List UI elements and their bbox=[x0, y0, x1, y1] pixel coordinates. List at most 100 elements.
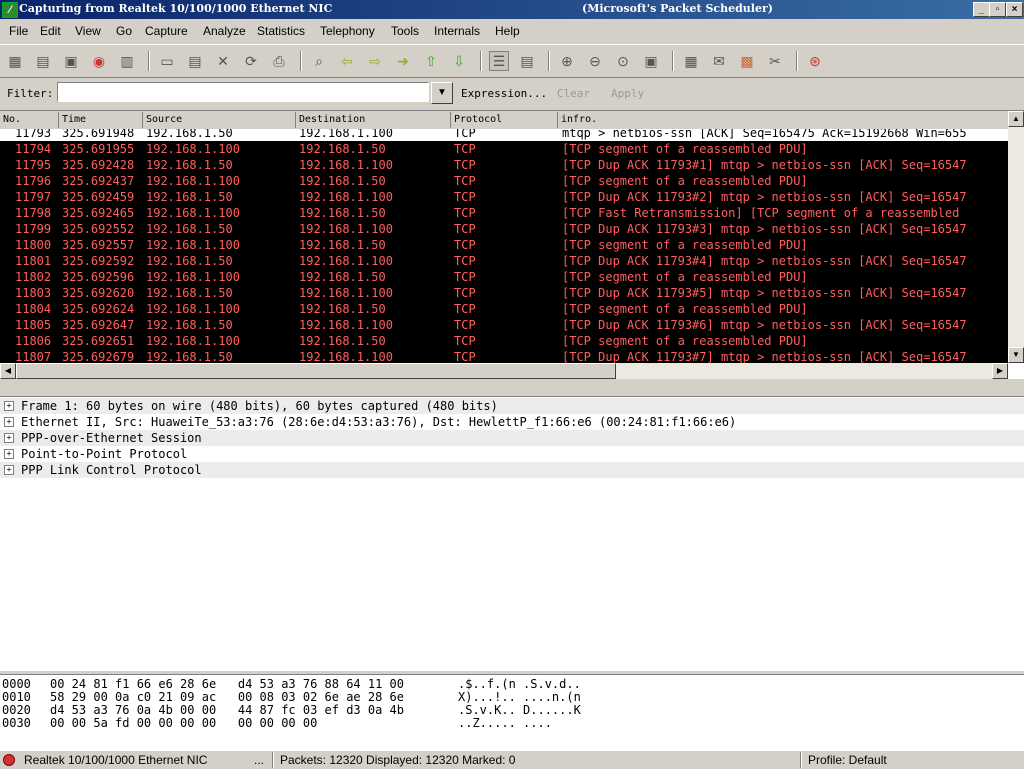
packet-row[interactable]: 11800 325.692557 192.168.1.100 192.168.1.50… bbox=[0, 237, 1008, 253]
expand-icon[interactable]: + bbox=[4, 465, 14, 475]
scroll-right-button[interactable]: ▶ bbox=[992, 363, 1008, 379]
minimize-button[interactable]: _ bbox=[973, 2, 990, 17]
find-icon[interactable]: ⌕ bbox=[309, 51, 329, 71]
first-icon[interactable]: ⇧ bbox=[421, 51, 441, 71]
filter-input[interactable] bbox=[57, 82, 429, 102]
menu-edit[interactable]: Edit bbox=[40, 24, 61, 38]
packet-row[interactable]: 11799 325.692552 192.168.1.50 192.168.1.100… bbox=[0, 221, 1008, 237]
zoom-normal-icon[interactable]: ⊙ bbox=[613, 51, 633, 71]
column-header-time[interactable]: Time bbox=[62, 114, 86, 125]
close-button[interactable]: × bbox=[1006, 2, 1023, 17]
menu-internals[interactable]: Internals bbox=[434, 24, 480, 38]
expand-icon[interactable]: + bbox=[4, 449, 14, 459]
last-icon[interactable]: ⇩ bbox=[449, 51, 469, 71]
expand-icon[interactable]: + bbox=[4, 417, 14, 427]
colorize-icon[interactable]: ☰ bbox=[489, 51, 509, 71]
packet-row[interactable]: 11793 325.691948 192.168.1.50 192.168.1.100… bbox=[0, 129, 1008, 141]
packet-row[interactable]: 11804 325.692624 192.168.1.100 192.168.1.50… bbox=[0, 301, 1008, 317]
expand-icon[interactable]: + bbox=[4, 401, 14, 411]
menu-file[interactable]: File bbox=[9, 24, 28, 38]
hex-bytes[interactable]: 00 00 5a fd 00 00 00 00 00 00 00 00 bbox=[50, 717, 317, 730]
menu-statistics[interactable]: Statistics bbox=[257, 24, 305, 38]
menu-view[interactable]: View bbox=[75, 24, 101, 38]
goto-icon[interactable]: ➜ bbox=[393, 51, 413, 71]
clear-button[interactable]: Clear bbox=[557, 87, 590, 100]
maximize-button[interactable]: ▫ bbox=[989, 2, 1006, 17]
menu-help[interactable]: Help bbox=[495, 24, 520, 38]
stop-icon[interactable]: ◉ bbox=[89, 51, 109, 71]
preferences-icon[interactable]: ✂ bbox=[765, 51, 785, 71]
menu-go[interactable]: Go bbox=[116, 24, 132, 38]
scroll-down-button[interactable]: ▼ bbox=[1008, 347, 1024, 363]
column-header-source[interactable]: Source bbox=[146, 114, 182, 125]
apply-button[interactable]: Apply bbox=[611, 87, 644, 100]
cell-destination: 192.168.1.100 bbox=[299, 254, 393, 268]
column-header-info[interactable]: infro. bbox=[561, 114, 597, 125]
detail-row-ethernet[interactable]: + Ethernet II, Src: HuaweiTe_53:a3:76 (2… bbox=[0, 414, 1024, 430]
column-divider[interactable] bbox=[142, 112, 143, 128]
menu-capture[interactable]: Capture bbox=[145, 24, 188, 38]
forward-icon[interactable]: ⇨ bbox=[365, 51, 385, 71]
column-divider[interactable] bbox=[557, 112, 558, 128]
expression-button[interactable]: Expression... bbox=[461, 87, 547, 100]
zoom-in-icon[interactable]: ⊕ bbox=[557, 51, 577, 71]
detail-row-ppp[interactable]: + Point-to-Point Protocol bbox=[0, 446, 1024, 462]
packet-row[interactable]: 11805 325.692647 192.168.1.50 192.168.1.100… bbox=[0, 317, 1008, 333]
coloring-rules-icon[interactable]: ▩ bbox=[737, 51, 757, 71]
packet-row[interactable]: 11801 325.692592 192.168.1.50 192.168.1.100… bbox=[0, 253, 1008, 269]
column-divider[interactable] bbox=[450, 112, 451, 128]
cell-no: 11798 bbox=[15, 206, 52, 220]
packet-row[interactable]: 11797 325.692459 192.168.1.50 192.168.1.100… bbox=[0, 189, 1008, 205]
packet-row[interactable]: 11802 325.692596 192.168.1.100 192.168.1.50… bbox=[0, 269, 1008, 285]
cell-protocol: TCP bbox=[454, 238, 476, 252]
column-divider[interactable] bbox=[58, 112, 59, 128]
resize-columns-icon[interactable]: ▣ bbox=[641, 51, 661, 71]
horizontal-scroll-thumb[interactable] bbox=[16, 363, 616, 379]
print-icon[interactable]: ⎙ bbox=[269, 51, 289, 71]
capture-filters-icon[interactable]: ▦ bbox=[681, 51, 701, 71]
back-icon[interactable]: ⇦ bbox=[337, 51, 357, 71]
save-icon[interactable]: ▤ bbox=[185, 51, 205, 71]
scroll-left-button[interactable]: ◀ bbox=[0, 363, 16, 379]
column-header-no[interactable]: No. bbox=[3, 114, 21, 125]
detail-row-frame[interactable]: + Frame 1: 60 bytes on wire (480 bits), … bbox=[0, 398, 1024, 414]
close-file-icon[interactable]: ✕ bbox=[213, 51, 233, 71]
autoscroll-icon[interactable]: ▤ bbox=[517, 51, 537, 71]
packet-row[interactable]: 11806 325.692651 192.168.1.100 192.168.1.50… bbox=[0, 333, 1008, 349]
zoom-out-icon[interactable]: ⊖ bbox=[585, 51, 605, 71]
open-icon[interactable]: ▭ bbox=[157, 51, 177, 71]
scroll-up-button[interactable]: ▲ bbox=[1008, 111, 1024, 127]
start-icon[interactable]: ▣ bbox=[61, 51, 81, 71]
restart-icon[interactable]: ▥ bbox=[117, 51, 137, 71]
menu-tools[interactable]: Tools bbox=[391, 24, 419, 38]
display-filters-icon[interactable]: ✉ bbox=[709, 51, 729, 71]
capture-status-icon[interactable] bbox=[3, 754, 15, 766]
status-profile[interactable]: Profile: Default bbox=[808, 753, 887, 767]
column-divider[interactable] bbox=[295, 112, 296, 128]
packet-row[interactable]: 11794 325.691955 192.168.1.100 192.168.1.50… bbox=[0, 141, 1008, 157]
filter-dropdown-button[interactable]: ▼ bbox=[431, 82, 453, 104]
interfaces-icon[interactable]: ▦ bbox=[5, 51, 25, 71]
options-icon[interactable]: ▤ bbox=[33, 51, 53, 71]
detail-row-ppp-lcp[interactable]: + PPP Link Control Protocol bbox=[0, 462, 1024, 478]
cell-destination: 192.168.1.50 bbox=[299, 174, 386, 188]
expand-icon[interactable]: + bbox=[4, 433, 14, 443]
help-icon[interactable]: ⊛ bbox=[805, 51, 825, 71]
menu-telephony[interactable]: Telephony bbox=[320, 24, 375, 38]
cell-protocol: TCP bbox=[454, 270, 476, 284]
packet-list-horizontal-scrollbar[interactable]: ◀ ▶ bbox=[0, 363, 1008, 379]
detail-row-pppoe[interactable]: + PPP-over-Ethernet Session bbox=[0, 430, 1024, 446]
column-header-destination[interactable]: Destination bbox=[299, 114, 365, 125]
hex-ascii[interactable]: ..Z..... .... bbox=[458, 717, 552, 730]
cell-no: 11801 bbox=[15, 254, 52, 268]
packet-list-vertical-scrollbar[interactable]: ▲ ▼ bbox=[1008, 111, 1024, 363]
menu-analyze[interactable]: Analyze bbox=[203, 24, 246, 38]
column-header-protocol[interactable]: Protocol bbox=[454, 114, 502, 125]
packet-bytes-pane: 0000 00 24 81 f1 66 e6 28 6e d4 53 a3 76… bbox=[0, 674, 1024, 751]
packet-row[interactable]: 11795 325.692428 192.168.1.50 192.168.1.100… bbox=[0, 157, 1008, 173]
packet-row[interactable]: 11796 325.692437 192.168.1.100 192.168.1.50… bbox=[0, 173, 1008, 189]
status-ellipsis-button[interactable]: ... bbox=[254, 753, 264, 767]
packet-row[interactable]: 11803 325.692620 192.168.1.50 192.168.1.100… bbox=[0, 285, 1008, 301]
reload-icon[interactable]: ⟳ bbox=[241, 51, 261, 71]
packet-row[interactable]: 11798 325.692465 192.168.1.100 192.168.1.50… bbox=[0, 205, 1008, 221]
